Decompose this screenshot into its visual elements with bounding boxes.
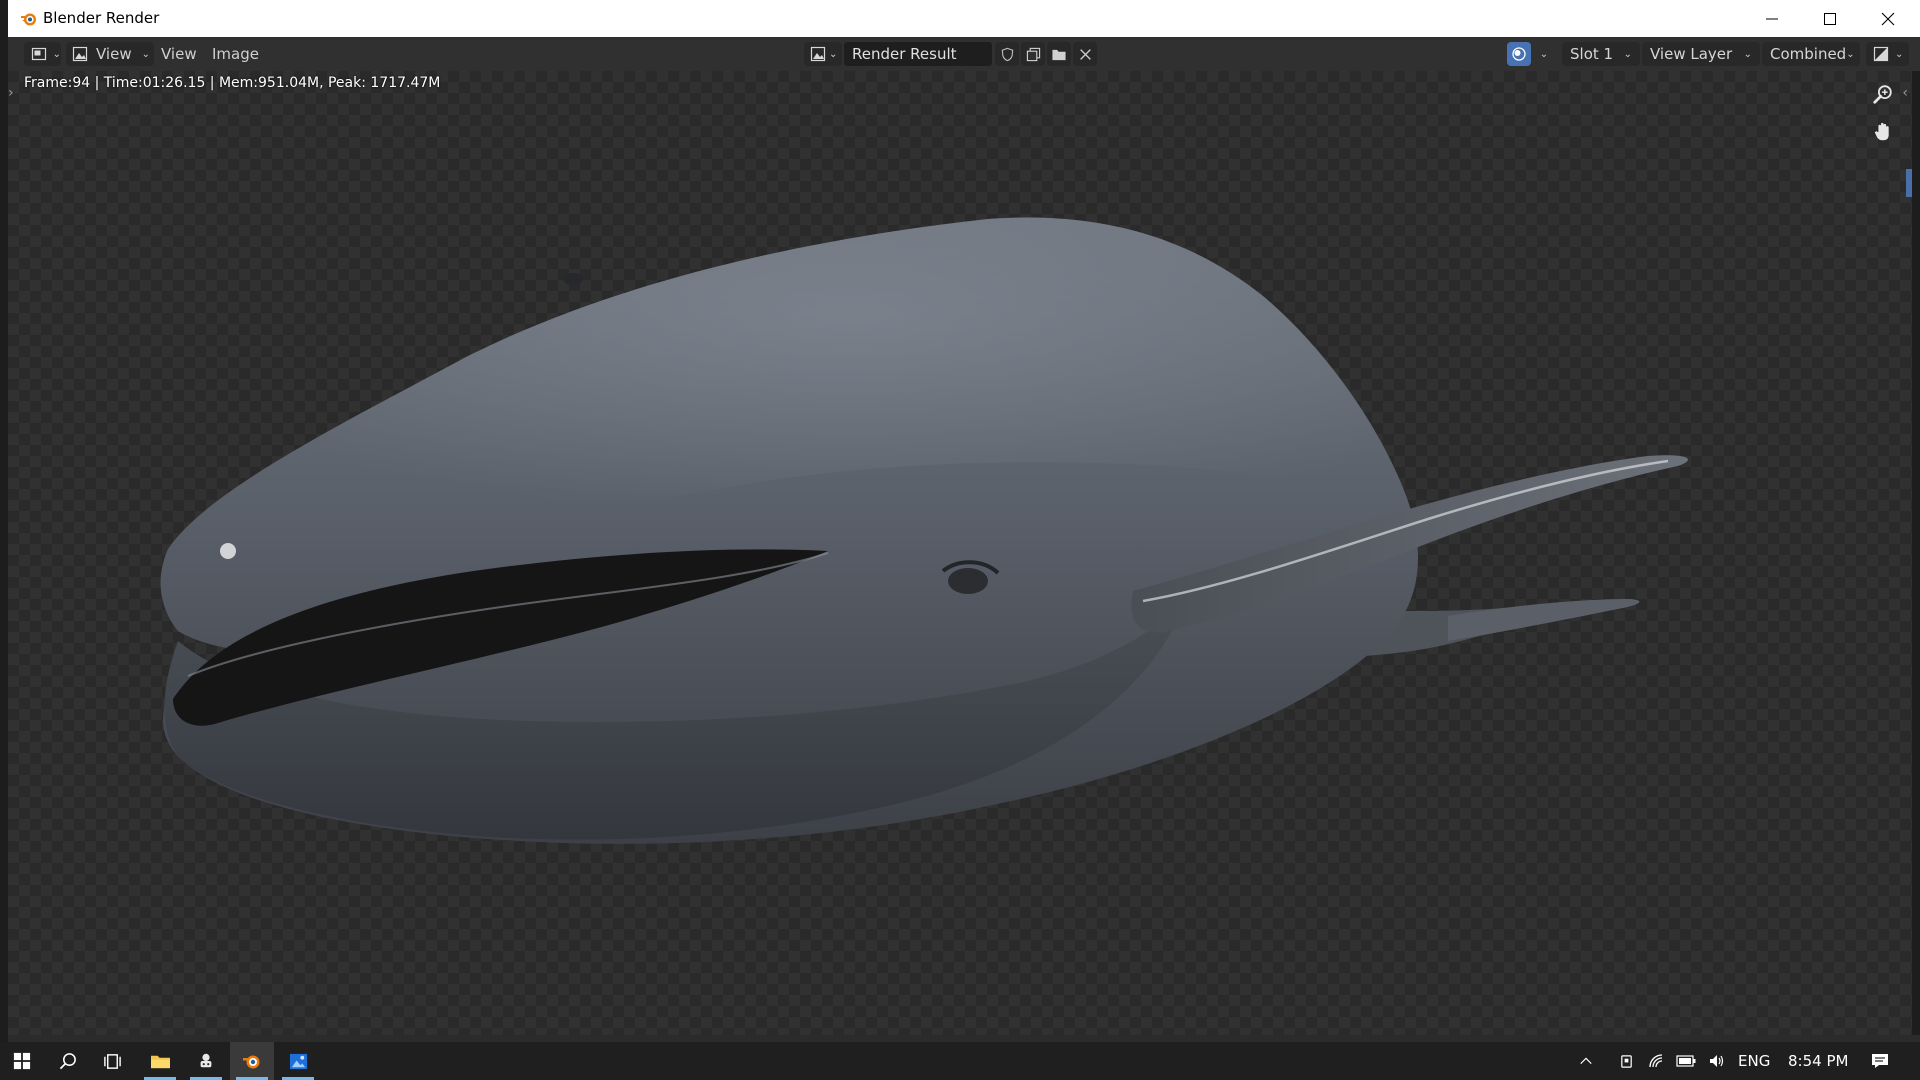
- image-name-field[interactable]: Render Result: [844, 42, 992, 66]
- render-pass-dropdown[interactable]: Combined ⌄: [1762, 42, 1860, 66]
- blender-logo-icon: [20, 10, 38, 28]
- action-center-icon: [1872, 1054, 1888, 1068]
- fake-user-icon: [1001, 47, 1013, 61]
- fake-user-button[interactable]: [995, 42, 1019, 66]
- task-view-button[interactable]: [90, 1042, 134, 1080]
- battery-icon: [1676, 1055, 1696, 1067]
- open-image-button[interactable]: [1047, 42, 1071, 66]
- window-titlebar: Blender Render: [8, 0, 1920, 38]
- volume-icon: [1710, 1055, 1724, 1067]
- device-tray-button[interactable]: [1612, 1042, 1640, 1080]
- photos-taskbar-button[interactable]: [276, 1042, 320, 1080]
- show-hidden-icons-button[interactable]: [1572, 1042, 1600, 1080]
- battery-tray-button[interactable]: [1672, 1042, 1700, 1080]
- maximize-icon: [1824, 12, 1836, 25]
- device-icon: [1620, 1054, 1632, 1068]
- blender-taskbar-button[interactable]: [230, 1042, 274, 1080]
- window-title: Blender Render: [43, 9, 160, 27]
- open-folder-icon: [1052, 49, 1066, 60]
- chevron-down-icon: ⌄: [1743, 48, 1752, 60]
- blender-icon: [243, 1055, 260, 1069]
- photos-icon: [289, 1053, 307, 1069]
- render-pass-label: Combined: [1770, 45, 1847, 63]
- start-button[interactable]: [0, 1042, 44, 1080]
- editor-status-strip: [8, 1035, 1920, 1042]
- file-explorer-taskbar-button[interactable]: [138, 1042, 182, 1080]
- display-channels-icon: [1871, 44, 1891, 64]
- new-image-icon: [1026, 47, 1040, 61]
- slot-dropdown[interactable]: Slot 1 ⌄: [1562, 42, 1640, 66]
- network-tray-button[interactable]: [1642, 1042, 1670, 1080]
- menu-image[interactable]: Image: [212, 42, 259, 66]
- chevron-down-icon: ⌄: [829, 48, 838, 60]
- chevron-down-icon: ⌄: [52, 48, 61, 60]
- taskbar-clock[interactable]: 8:54 PM: [1788, 1052, 1848, 1070]
- app-icon: [200, 1053, 212, 1068]
- task-view-icon: [103, 1053, 121, 1069]
- chevron-down-icon: ⌄: [1623, 48, 1632, 60]
- wifi-icon: [1649, 1054, 1663, 1068]
- search-button[interactable]: [46, 1042, 90, 1080]
- chevron-down-icon: ⌄: [1846, 48, 1855, 60]
- unlink-image-button[interactable]: [1073, 42, 1097, 66]
- chevron-down-icon: ⌄: [141, 48, 150, 60]
- volume-tray-button[interactable]: [1702, 1042, 1730, 1080]
- render-layer-toggle[interactable]: [1507, 42, 1531, 66]
- action-center-button[interactable]: [1858, 1042, 1902, 1080]
- image-browse-icon: [808, 44, 828, 64]
- view-mode-label: View: [96, 45, 132, 63]
- whale-render-image: [160, 217, 1688, 844]
- input-language-indicator[interactable]: ENG: [1738, 1052, 1770, 1070]
- view-mode-dropdown[interactable]: View ⌄: [66, 42, 154, 66]
- unlink-icon: [1079, 48, 1091, 60]
- chevron-up-icon: [1580, 1057, 1592, 1065]
- image-editor-icon: [29, 44, 49, 64]
- slot-label: Slot 1: [1570, 45, 1614, 63]
- new-image-button[interactable]: [1021, 42, 1045, 66]
- search-icon: [59, 1052, 76, 1069]
- close-icon: [1881, 12, 1895, 25]
- minimize-icon: [1766, 18, 1778, 19]
- view-layer-label: View Layer: [1650, 45, 1733, 63]
- maximize-button[interactable]: [1801, 0, 1859, 37]
- file-explorer-icon: [150, 1055, 170, 1068]
- render-canvas[interactable]: Frame:94 | Time:01:26.15 | Mem:951.04M, …: [8, 71, 1912, 1035]
- menu-view[interactable]: View: [161, 42, 197, 66]
- windows-taskbar: ENG 8:54 PM: [0, 1042, 1920, 1080]
- chevron-down-icon: ⌄: [1539, 48, 1549, 60]
- view-layer-dropdown[interactable]: View Layer ⌄: [1642, 42, 1760, 66]
- display-channels-dropdown[interactable]: ⌄: [1866, 42, 1909, 66]
- render-layer-icon: [1512, 47, 1526, 61]
- render-layer-dropdown[interactable]: ⌄: [1533, 42, 1551, 66]
- close-button[interactable]: [1859, 0, 1917, 37]
- windows-start-icon: [13, 1052, 31, 1070]
- image-editor-header: ⌄ View ⌄ View Image ⌄ Render Result ⌄ Sl…: [8, 37, 1920, 71]
- minimize-button[interactable]: [1743, 0, 1801, 37]
- image-browse-button[interactable]: ⌄: [804, 42, 842, 66]
- editor-type-button[interactable]: ⌄: [24, 42, 61, 66]
- app-taskbar-button[interactable]: [184, 1042, 228, 1080]
- chevron-down-icon: ⌄: [1895, 48, 1904, 60]
- image-browse-icon: [70, 44, 90, 64]
